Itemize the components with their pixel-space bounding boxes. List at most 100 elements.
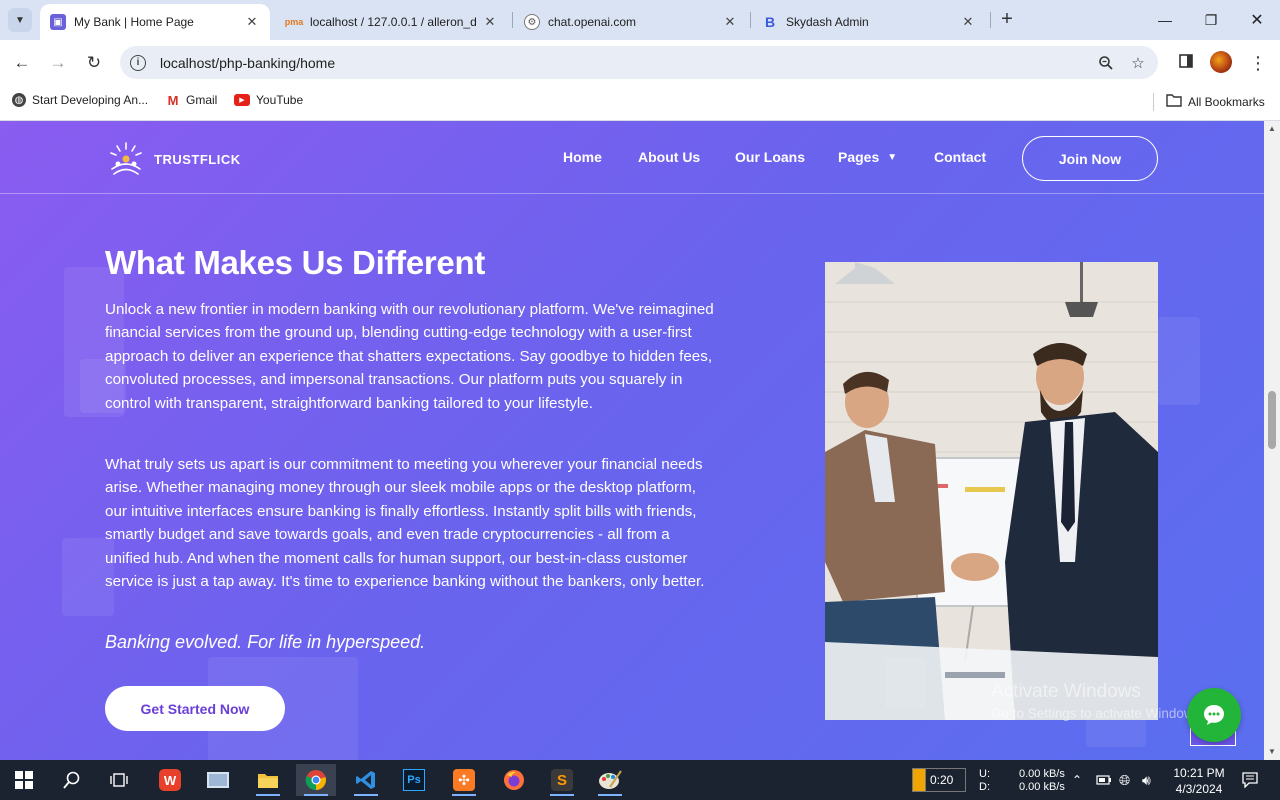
new-tab-button[interactable]: + <box>996 9 1018 31</box>
close-window-button[interactable]: ✕ <box>1234 0 1280 40</box>
zoom-icon[interactable] <box>1094 51 1118 75</box>
firefox-icon <box>504 770 524 790</box>
tab-openai[interactable]: ⚙ chat.openai.com ✕ <box>514 4 748 40</box>
sublime-icon: S <box>551 769 573 791</box>
tray-overflow-button[interactable]: ⌃ <box>1072 760 1082 800</box>
tagline: Banking evolved. For life in hyperspeed. <box>105 632 426 652</box>
url-text[interactable]: localhost/php-banking/home <box>160 55 1094 71</box>
close-icon[interactable]: ✕ <box>960 14 976 30</box>
nav-contact[interactable]: Contact <box>934 149 986 165</box>
minimize-button[interactable]: — <box>1142 0 1188 40</box>
address-bar[interactable]: i localhost/php-banking/home ☆ <box>120 46 1158 79</box>
battery-meter[interactable]: 0:20 <box>912 768 966 792</box>
tray-battery[interactable] <box>1096 760 1112 800</box>
upload-speed: 0.00 kB/s <box>1019 768 1065 780</box>
clock-date: 4/3/2024 <box>1175 782 1223 796</box>
taskbar-app-paint[interactable] <box>590 764 630 796</box>
download-label: D: <box>979 781 990 793</box>
more-vert-icon: ⋮ <box>1249 52 1267 73</box>
gmail-icon: M <box>167 92 179 108</box>
nav-label: Home <box>563 149 602 165</box>
taskbar-app-firefox[interactable] <box>494 764 534 796</box>
taskbar-app-chrome[interactable] <box>296 764 336 796</box>
chrome-icon <box>305 770 326 791</box>
bookmark-start-developing[interactable]: ◍ Start Developing An... <box>12 93 148 107</box>
clock-time: 10:21 PM <box>1173 766 1225 780</box>
nav-our-loans[interactable]: Our Loans <box>735 149 805 165</box>
reload-icon: ↻ <box>86 53 102 72</box>
notification-center-button[interactable] <box>1240 760 1260 800</box>
arrow-right-icon: → <box>49 53 67 72</box>
forward-button[interactable]: → <box>45 50 71 76</box>
star-icon[interactable]: ☆ <box>1126 51 1150 75</box>
taskbar-app-photoshop[interactable]: Ps <box>394 764 434 796</box>
arrow-left-icon: ← <box>13 53 31 72</box>
section-title: What Makes Us Different <box>105 244 486 281</box>
tray-volume[interactable]: 🔊︎ <box>1142 760 1151 800</box>
site-header: TRUSTFLICK Home About Us Our Loans Pages… <box>0 121 1264 194</box>
reload-button[interactable]: ↻ <box>81 50 107 76</box>
nav-label: About Us <box>638 149 701 165</box>
tab-title: My Bank | Home Page <box>74 15 194 29</box>
trustflick-logo-icon <box>110 142 142 175</box>
scroll-down-icon[interactable]: ▼ <box>1267 747 1277 756</box>
battery-charging-icon <box>1096 775 1111 785</box>
scrollbar-thumb[interactable] <box>1268 391 1276 449</box>
taskbar-app-xampp[interactable]: ✣ <box>444 764 484 796</box>
menu-button[interactable]: ⋮ <box>1246 51 1270 75</box>
upload-label: U: <box>979 768 990 780</box>
remote-desktop-icon <box>207 772 229 788</box>
tab-my-bank[interactable]: ▣ My Bank | Home Page ✕ <box>40 4 270 40</box>
running-indicator <box>304 794 328 796</box>
scroll-up-icon[interactable]: ▲ <box>1267 124 1277 133</box>
bookmark-gmail[interactable]: M Gmail <box>166 92 218 108</box>
back-button[interactable]: ← <box>9 50 35 76</box>
bookmark-label: Start Developing An... <box>32 93 149 107</box>
close-icon[interactable]: ✕ <box>722 14 738 30</box>
paint-icon <box>599 770 622 789</box>
close-icon: ✕ <box>1250 12 1264 29</box>
windows-taskbar: W Ps ✣ S 0:20 U: D: 0.00 kB/s 0.00 kB/s … <box>0 760 1280 800</box>
brand-logo[interactable]: TRUSTFLICK <box>106 139 241 179</box>
restore-button[interactable]: ❐ <box>1188 0 1234 40</box>
wps-icon: W <box>159 769 181 791</box>
tab-title: localhost / 127.0.0.1 / alleron_d <box>310 15 476 29</box>
start-button[interactable] <box>4 764 44 796</box>
taskbar-search-button[interactable] <box>52 764 92 796</box>
phpmyadmin-favicon-icon: pma <box>284 17 304 27</box>
tab-separator <box>750 12 751 28</box>
page-scrollbar[interactable]: ▲ ▼ <box>1264 121 1280 760</box>
tray-network[interactable]: 🌐︎ <box>1119 760 1130 800</box>
get-started-button[interactable]: Get Started Now <box>105 686 285 731</box>
close-icon[interactable]: ✕ <box>482 14 498 30</box>
bank-favicon-icon: ▣ <box>50 14 66 30</box>
bookmark-youtube[interactable]: ▶ YouTube <box>234 93 303 107</box>
taskbar-app-vscode[interactable] <box>346 764 386 796</box>
side-panel-button[interactable] <box>1174 51 1198 75</box>
tab-skydash[interactable]: B Skydash Admin ✕ <box>752 4 986 40</box>
tab-phpmyadmin[interactable]: pma localhost / 127.0.0.1 / alleron_d ✕ <box>276 4 508 40</box>
nav-about-us[interactable]: About Us <box>638 149 700 165</box>
taskbar-app-file-explorer[interactable] <box>248 764 288 796</box>
profile-avatar[interactable] <box>1210 51 1232 73</box>
chat-button[interactable] <box>1187 688 1241 742</box>
task-view-button[interactable] <box>100 764 140 796</box>
taskbar-app-wps[interactable]: W <box>150 764 190 796</box>
chevron-down-icon: ▼ <box>887 151 898 163</box>
join-now-button[interactable]: Join Now <box>1022 136 1158 181</box>
handshake-illustration <box>825 262 1158 720</box>
nav-home[interactable]: Home <box>563 149 602 165</box>
taskbar-app-remote-desktop[interactable] <box>198 764 238 796</box>
details-paragraph: What truly sets us apart is our commitme… <box>105 456 705 591</box>
running-indicator <box>598 794 622 796</box>
all-bookmarks-button[interactable]: All Bookmarks <box>1166 93 1265 110</box>
taskbar-app-sublime[interactable]: S <box>542 764 582 796</box>
tab-search-button[interactable]: ▼ <box>8 8 32 32</box>
bookmarks-separator <box>1153 93 1154 111</box>
site-info-icon[interactable]: i <box>130 54 146 71</box>
close-icon[interactable]: ✕ <box>244 14 260 30</box>
browser-toolbar: ← → ↻ i localhost/php-banking/home ☆ ⋮ <box>0 40 1280 85</box>
intro-paragraph: Unlock a new frontier in modern banking … <box>105 301 714 412</box>
nav-pages[interactable]: Pages ▼ <box>838 149 897 165</box>
system-clock[interactable]: 10:21 PM 4/3/2024 <box>1170 765 1228 797</box>
